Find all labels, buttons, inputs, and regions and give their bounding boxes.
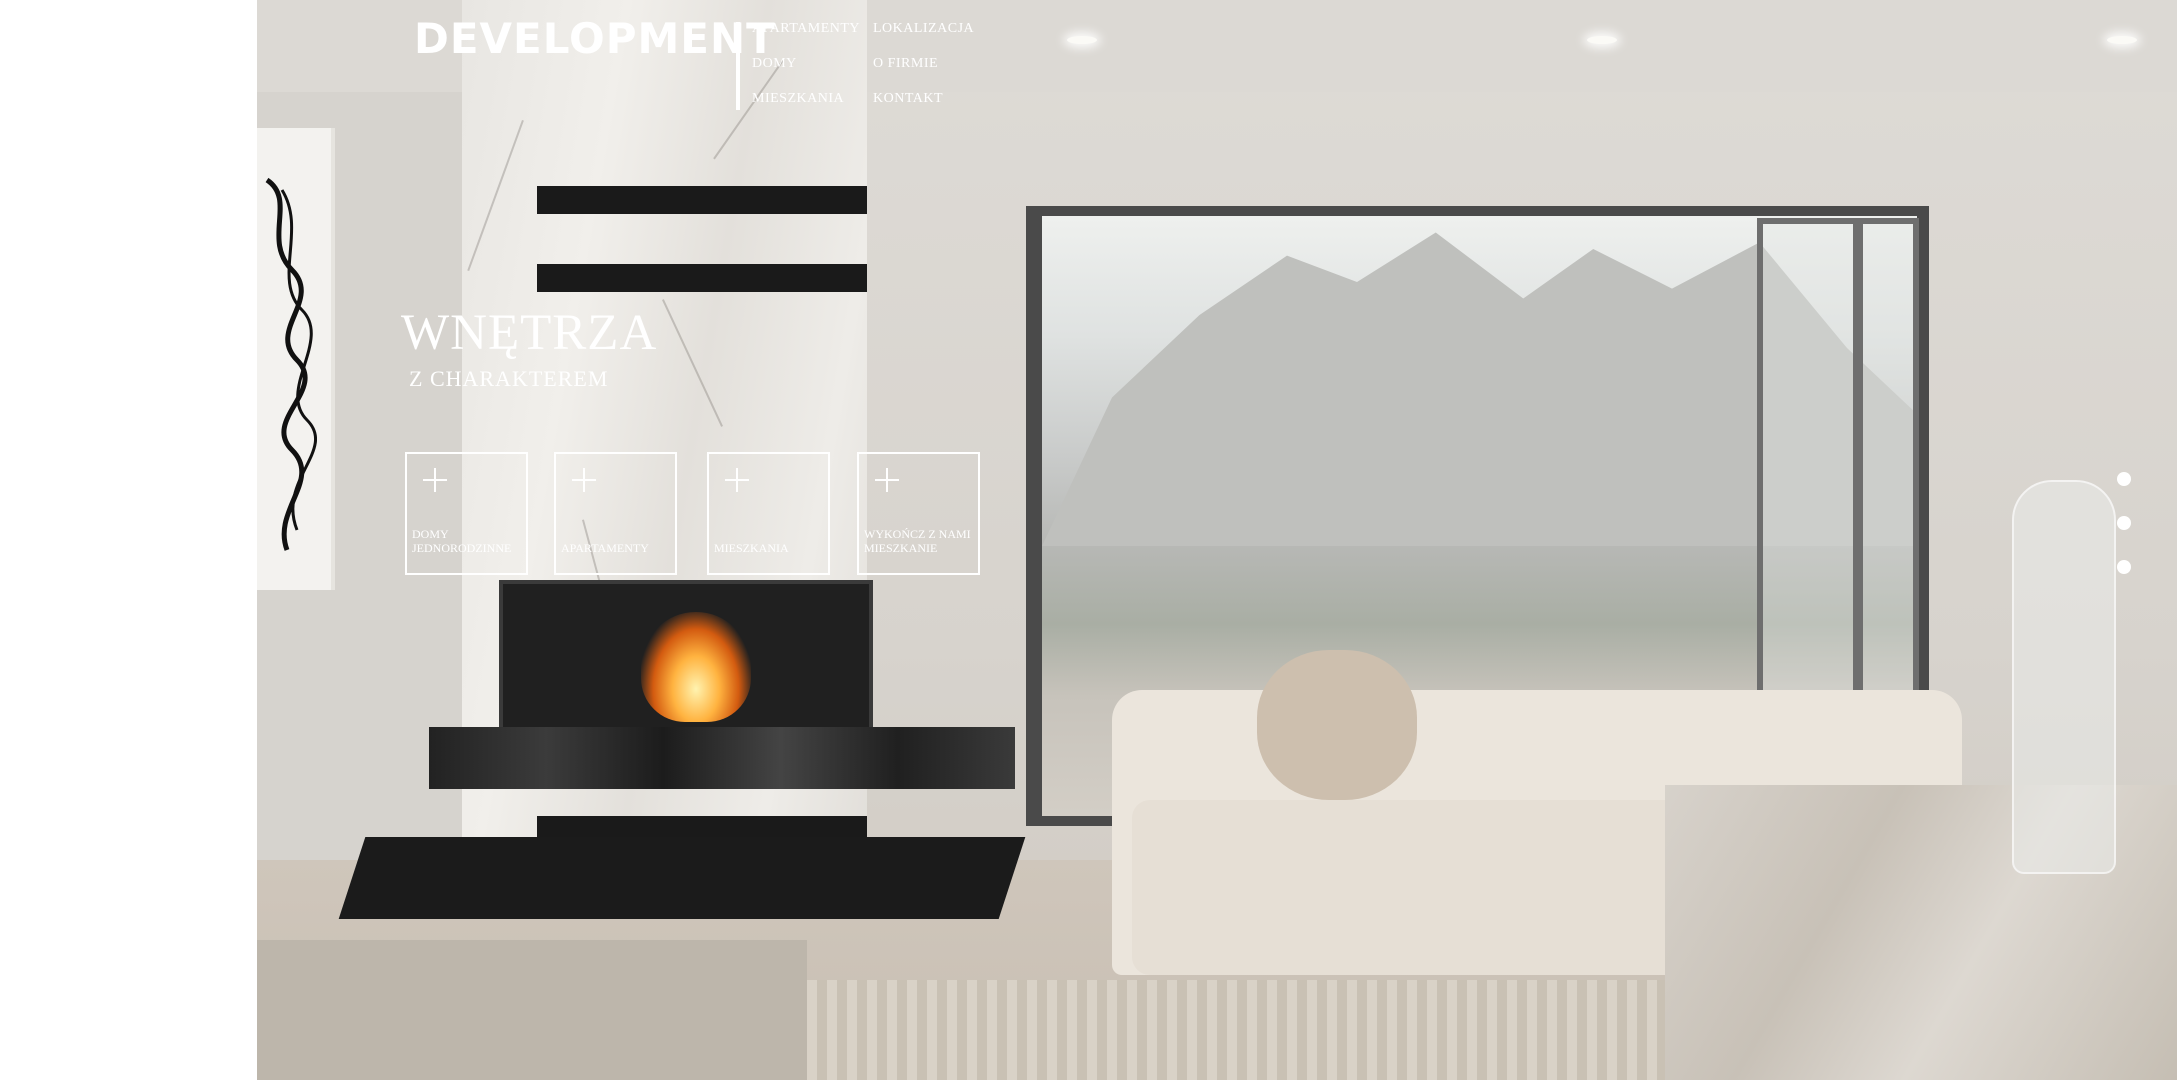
nav-link-domy[interactable]: DOMY — [752, 53, 860, 88]
page-left-margin — [0, 0, 257, 1080]
nav-column-2: LOKALIZACJA O FIRMIE KONTAKT — [873, 18, 974, 123]
hero-subtitle: Z CHARAKTEREM — [409, 366, 609, 391]
nav-link-apartamenty[interactable]: APARTAMENTY — [752, 18, 860, 53]
fire-icon — [641, 612, 751, 722]
glass-door — [1857, 218, 1919, 730]
ceiling-light — [1587, 36, 1617, 44]
ceiling-light — [2107, 36, 2137, 44]
ceiling-light — [1067, 36, 1097, 44]
nav-column-1: APARTAMENTY DOMY MIESZKANIA — [752, 18, 860, 123]
glass-door — [1757, 218, 1859, 710]
slider-dot-3[interactable] — [2117, 560, 2131, 574]
tile-wykoncz-z-nami[interactable]: WYKOŃCZ Z NAMI MIESZKANIE — [857, 452, 980, 575]
black-rug — [338, 837, 1026, 919]
nav-link-lokalizacja[interactable]: LOKALIZACJA — [873, 18, 974, 53]
black-shelf — [537, 186, 867, 214]
black-shelf — [537, 264, 867, 292]
tile-label: WYKOŃCZ Z NAMI MIESZKANIE — [864, 527, 971, 555]
nav-divider — [736, 22, 740, 110]
plus-icon — [725, 468, 749, 492]
nav-link-mieszkania[interactable]: MIESZKANIA — [752, 88, 860, 123]
plus-icon — [875, 468, 899, 492]
tile-label: DOMY JEDNORODZINNE — [412, 527, 512, 555]
tile-label: MIESZKANIA — [714, 541, 789, 555]
abstract-art-icon — [265, 177, 317, 551]
plus-icon — [423, 468, 447, 492]
hero-section: DEVELOPMENT APARTAMENTY DOMY MIESZKANIA … — [257, 0, 2177, 1080]
coffee-table — [257, 940, 807, 1080]
tile-label: APARTAMENTY — [561, 541, 649, 555]
slider-dots — [2117, 472, 2131, 574]
fur-cushion — [1257, 650, 1417, 800]
abstract-art-frame — [257, 128, 335, 590]
tile-domy-jednorodzinne[interactable]: DOMY JEDNORODZINNE — [405, 452, 528, 575]
nav-link-kontakt[interactable]: KONTAKT — [873, 88, 974, 123]
glass-bottle — [2012, 480, 2116, 874]
slider-dot-1[interactable] — [2117, 472, 2131, 486]
nav-link-o-firmie[interactable]: O FIRMIE — [873, 53, 974, 88]
plus-icon — [572, 468, 596, 492]
marble-hearth — [429, 727, 1015, 789]
tile-apartamenty[interactable]: APARTAMENTY — [554, 452, 677, 575]
tile-mieszkania[interactable]: MIESZKANIA — [707, 452, 830, 575]
slider-dot-2[interactable] — [2117, 516, 2131, 530]
hero-title: WNĘTRZA — [401, 305, 658, 361]
brand-logo[interactable]: DEVELOPMENT — [414, 18, 776, 60]
